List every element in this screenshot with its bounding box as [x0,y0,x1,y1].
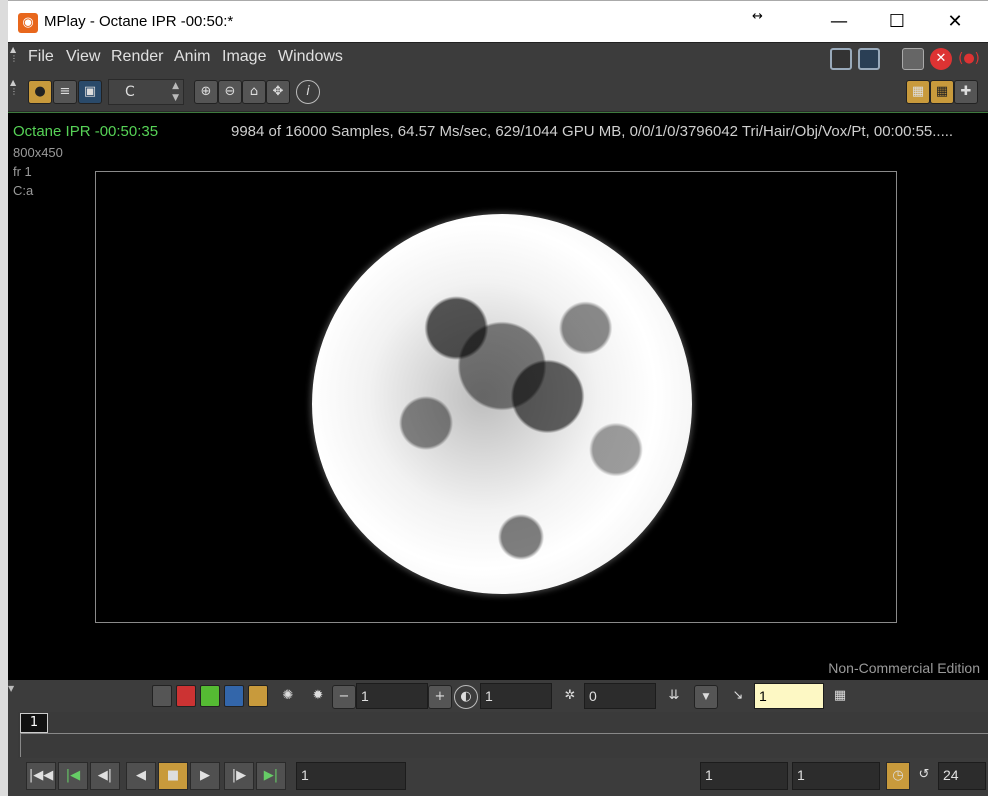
realtime-clock-icon[interactable]: ◷ [886,762,910,790]
split-view-icon[interactable] [830,48,852,70]
minimize-button[interactable]: — [816,5,862,39]
zoom-in-icon[interactable]: ⊕ [194,80,218,104]
step-forward-icon[interactable]: |▶ [224,762,254,790]
mplay-window: ◉ MPlay - Octane IPR -00:50:* ↔ — ☐ ✕ ▲ ⋮… [8,0,988,796]
channel-select[interactable]: C ▲ ▼ [108,79,184,105]
exposure-field[interactable]: 1 [356,683,428,709]
lut-icon[interactable]: ⇊ [662,685,686,709]
offset-field[interactable]: 0 [584,683,656,709]
start-frame-field[interactable]: 1 [700,762,788,790]
disconnect-icon[interactable]: (●) [958,48,980,70]
blue-channel-icon[interactable] [224,685,244,707]
loop-mode-icon[interactable]: ↺ [912,762,936,790]
menu-windows[interactable]: Windows [278,48,343,66]
edit-layout-icon[interactable] [858,48,880,70]
go-to-end-icon[interactable]: ▶| [256,762,286,790]
fit-display-icon[interactable]: ✚ [954,80,978,104]
image-view-icon[interactable]: ▣ [78,80,102,104]
channel-select-value: C [125,84,135,100]
menu-anim[interactable]: Anim [174,48,210,66]
info-icon[interactable]: i [296,80,320,104]
new-flipbook-icon[interactable] [902,48,924,70]
play-reverse-icon[interactable]: ◀ [126,762,156,790]
render-stats: 9984 of 16000 Samples, 64.57 Ms/sec, 629… [231,123,954,140]
brightness-icon: ✹ [306,685,330,709]
menu-file[interactable]: File [28,48,54,66]
increment-button[interactable]: + [428,685,452,709]
menu-render[interactable]: Render [111,48,163,66]
rgb-channels-icon[interactable] [152,685,172,707]
gamma-field[interactable]: 1 [480,683,552,709]
timeline[interactable]: 1 [8,712,988,758]
zoom-out-icon[interactable]: ⊖ [218,80,242,104]
frame-field[interactable]: 1 [296,762,406,790]
menu-bar: ▲ ⋮ File View Render Anim Image Windows ✕… [8,42,988,74]
window-title: MPlay - Octane IPR -00:50:* [44,13,234,30]
close-button[interactable]: ✕ [932,5,978,39]
list-view-icon[interactable]: ≡ [53,80,77,104]
channel-label: C:a [13,183,34,198]
display-controls-bar: ✺ ✹ − 1 + ◐ 1 ✲ 0 ⇊ ▼ ↘ 1 ▦ [8,680,988,712]
maximize-button[interactable]: ☐ [874,5,920,39]
sphere-view-icon[interactable]: ● [28,80,52,104]
checker-display-icon[interactable]: ▦ [906,80,930,104]
current-frame-marker: 1 [20,713,48,733]
fps-field[interactable]: 24 [938,762,986,790]
exposure-menu-icon[interactable]: ✺ [276,685,300,709]
menubar-grip-icon[interactable]: ▲ ⋮ [10,45,20,73]
lut-field[interactable]: 1 [754,683,824,709]
render-title: Octane IPR -00:50:35 [13,123,159,140]
frame-view-icon[interactable]: ✥ [266,80,290,104]
red-channel-icon[interactable] [176,685,196,707]
view-toolbar: ▲ ⋮ ● ≡ ▣ C ▲ ▼ ⊕ ⊖ ⌂ ✥ i ▦ ▦ ✚ [8,74,988,112]
dropdown-arrow-icon[interactable]: ▼ [694,685,718,709]
menu-view[interactable]: View [66,48,100,66]
home-view-icon[interactable]: ⌂ [242,80,266,104]
display-options-icon[interactable]: ▦ [828,685,852,709]
gamma-icon: ◐ [454,685,478,709]
rendered-planet-image [312,214,692,594]
go-to-start-icon[interactable]: |◀◀ [26,762,56,790]
green-channel-icon[interactable] [200,685,220,707]
resize-cursor-icon: ↔ [752,9,763,24]
houdini-icon: ◉ [18,13,38,33]
title-bar: ◉ MPlay - Octane IPR -00:50:* ↔ — ☐ ✕ [8,0,988,42]
timeline-track[interactable] [20,733,988,757]
toolbar-grip-icon[interactable]: ▲ ⋮ [10,78,18,96]
chevron-updown-icon: ▲ ▼ [172,81,179,103]
curve-icon[interactable]: ↘ [726,685,750,709]
edition-label: Non-Commercial Edition [828,660,980,676]
stop-icon[interactable]: ■ [158,762,188,790]
jump-prev-key-icon[interactable]: |◀ [58,762,88,790]
image-viewport[interactable]: Octane IPR -00:50:35 9984 of 16000 Sampl… [8,112,988,680]
image-frame [95,171,897,623]
playback-bar: |◀◀ |◀ ◀| ◀ ■ ▶ |▶ ▶| 1 1 1 ◷ ↺ 24 [8,758,988,796]
play-forward-icon[interactable]: ▶ [190,762,220,790]
decrement-button[interactable]: − [332,685,356,709]
offset-icon: ✲ [558,685,582,709]
step-back-icon[interactable]: ◀| [90,762,120,790]
frame-label: fr 1 [13,164,32,179]
stop-render-icon[interactable]: ✕ [930,48,952,70]
image-resolution: 800x450 [13,145,63,160]
grid-display-icon[interactable]: ▦ [930,80,954,104]
alpha-channel-icon[interactable] [248,685,268,707]
end-frame-field[interactable]: 1 [792,762,880,790]
menu-image[interactable]: Image [222,48,266,66]
side-grip-icon[interactable]: ▼ [8,684,18,796]
